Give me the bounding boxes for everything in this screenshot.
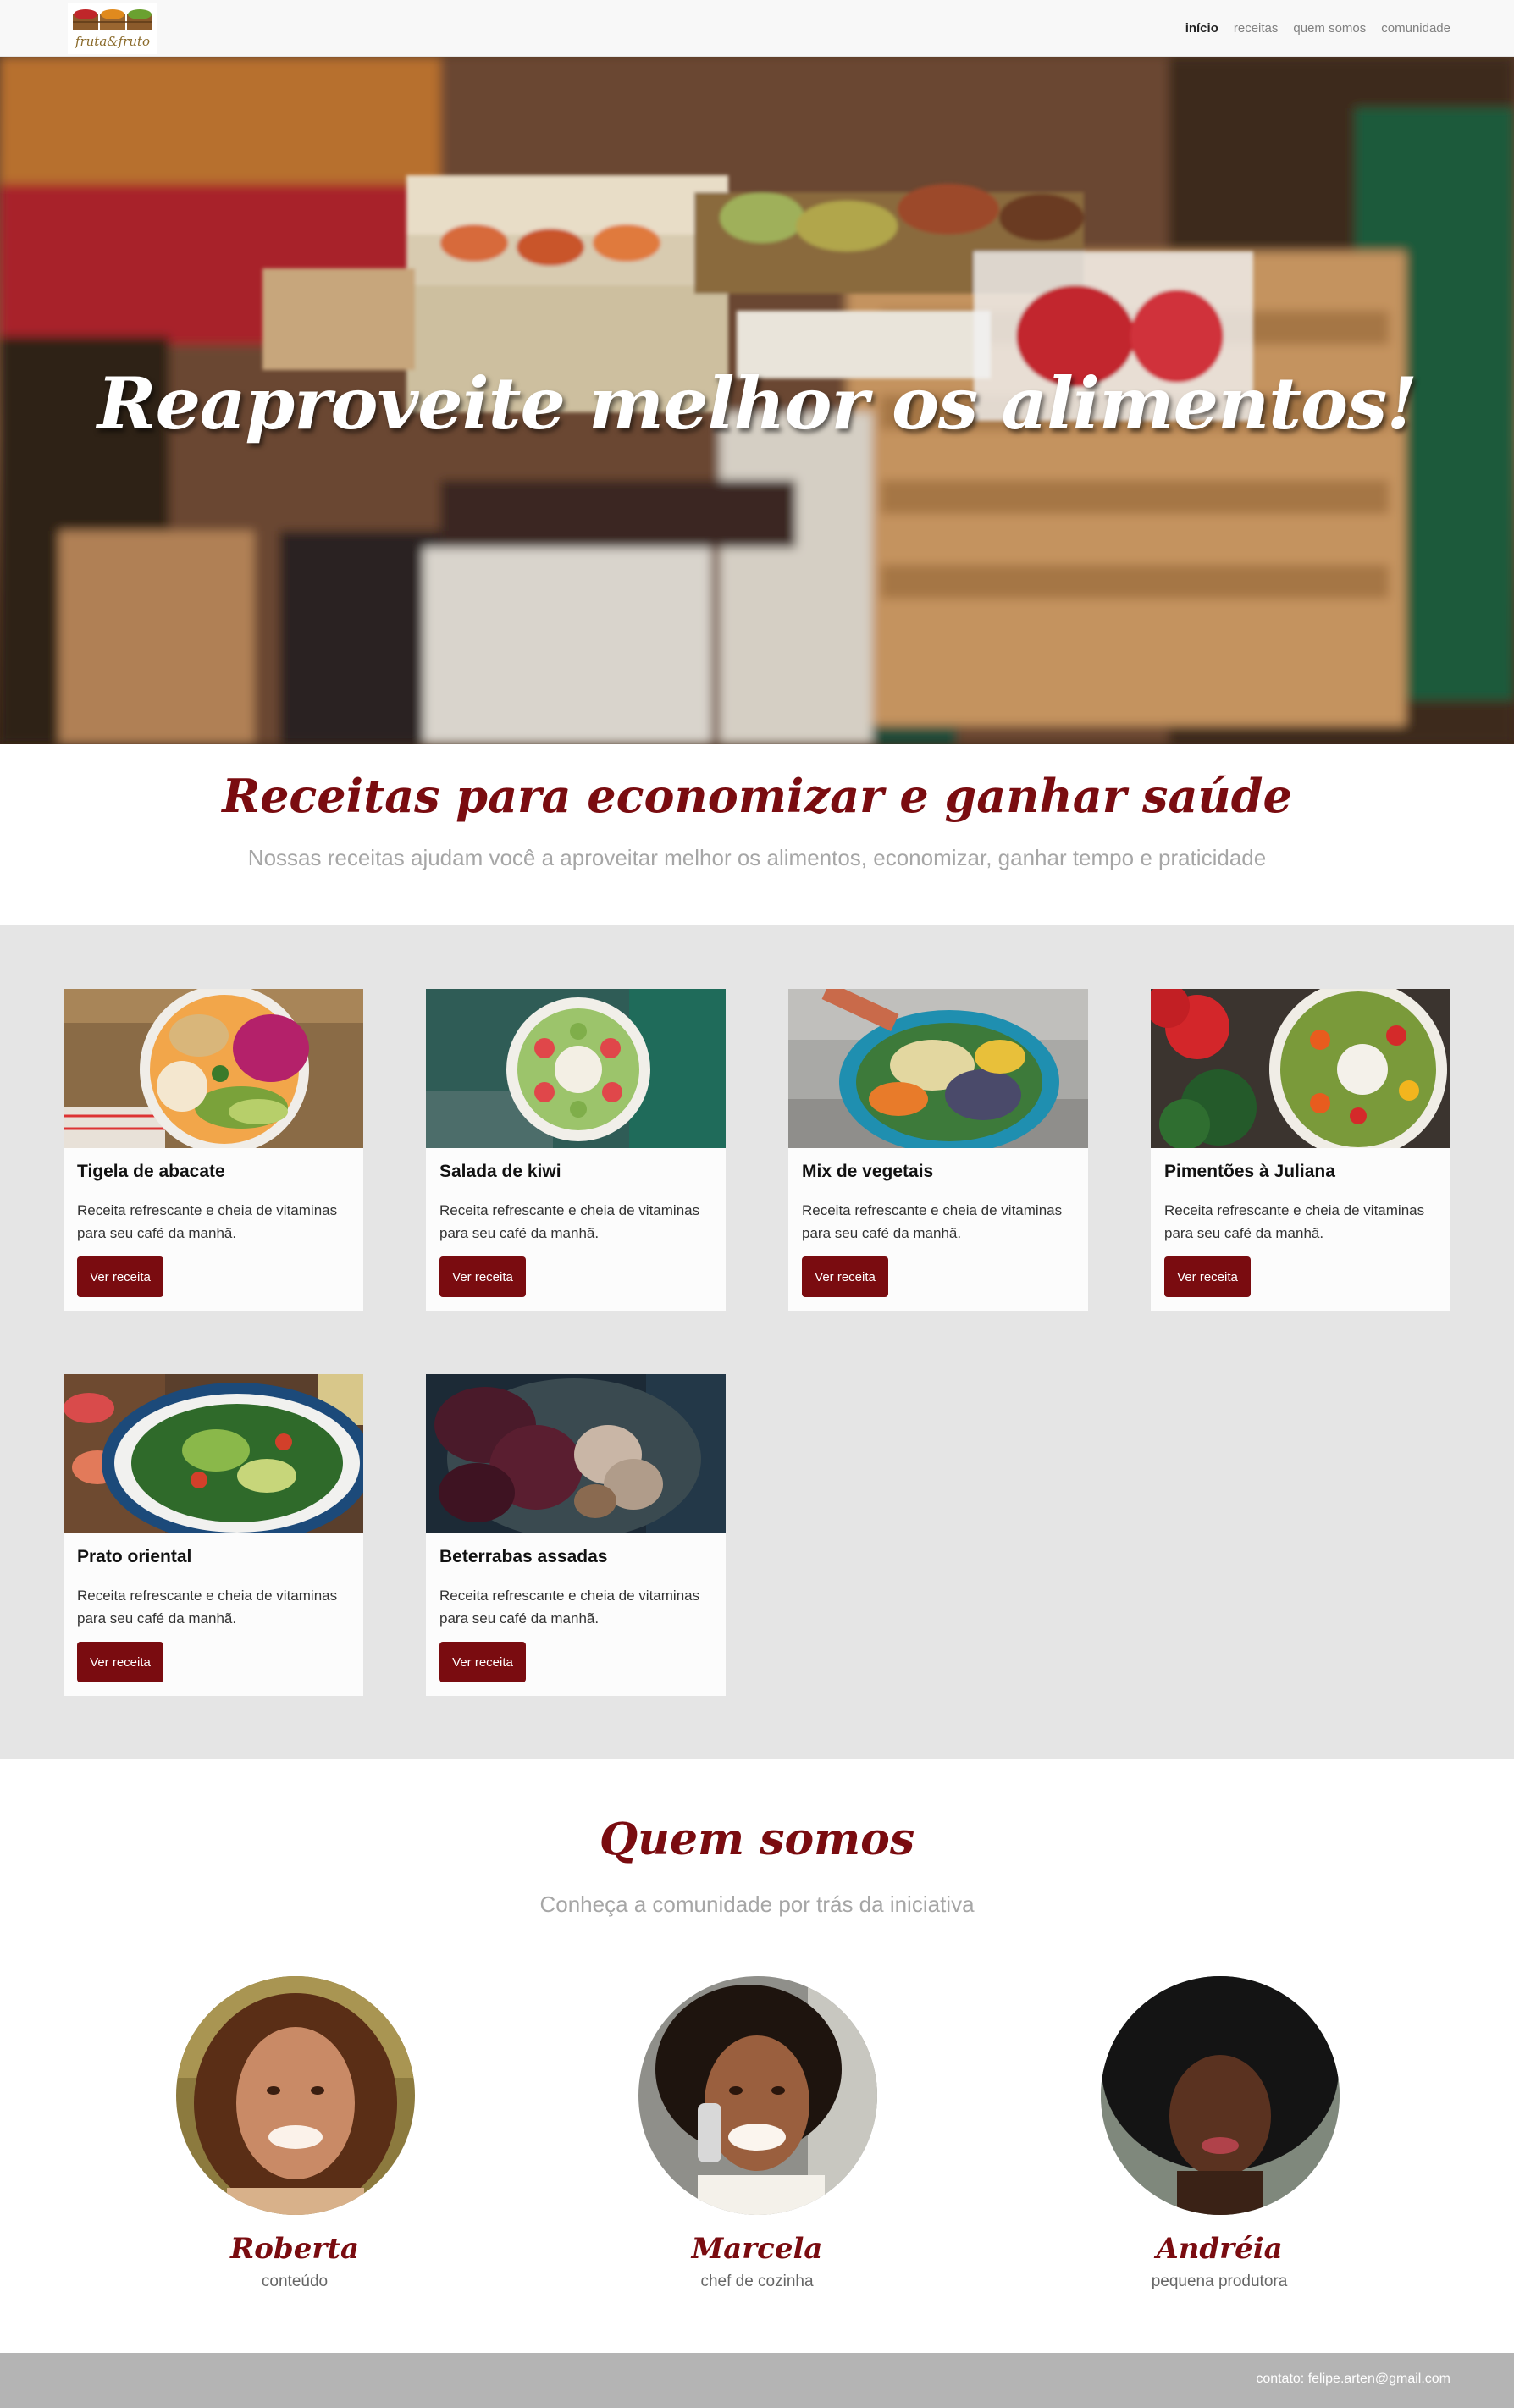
recipe-card: Mix de vegetais Receita refrescante e ch… xyxy=(788,989,1088,1311)
brand-logo-text: fruta&fruto xyxy=(75,34,151,49)
about-section-title: Quem somos xyxy=(599,1814,915,1865)
recipe-title: Tigela de abacate xyxy=(77,1162,225,1181)
recipe-description: Receita refrescante e cheia de vitaminas… xyxy=(802,1202,1063,1241)
recipe-image-peppers xyxy=(1151,989,1450,1148)
hero-banner: Reaproveite melhor os alimentos! xyxy=(0,57,1514,744)
footer-contact-email[interactable]: contato: felipe.arten@gmail.com xyxy=(1256,2372,1450,2387)
recipe-card: Salada de kiwi Receita refrescante e che… xyxy=(426,989,726,1311)
member-role: pequena produtora xyxy=(1151,2273,1288,2290)
recipe-title: Salada de kiwi xyxy=(439,1162,561,1181)
main-nav: início receitas quem somos comunidade xyxy=(1185,0,1450,57)
view-recipe-button[interactable]: Ver receita xyxy=(77,1256,163,1297)
fruit-crates-icon xyxy=(73,9,152,30)
about-section-subtitle: Conheça a comunidade por trás da iniciat… xyxy=(539,1892,975,1917)
view-recipe-button[interactable]: Ver receita xyxy=(1164,1256,1251,1297)
recipe-title: Prato oriental xyxy=(77,1547,192,1566)
recipe-card: Prato oriental Receita refrescante e che… xyxy=(64,1374,363,1696)
member-name: Andréia xyxy=(1156,2232,1283,2266)
recipes-section-title: Receitas para economizar e ganhar saúde xyxy=(222,769,1292,823)
recipe-title: Mix de vegetais xyxy=(802,1162,934,1181)
recipe-description: Receita refrescante e cheia de vitaminas… xyxy=(439,1202,700,1241)
recipe-description: Receita refrescante e cheia de vitaminas… xyxy=(77,1202,338,1241)
recipe-image-kiwi-salad xyxy=(426,989,726,1148)
navbar: fruta&fruto início receitas quem somos c… xyxy=(0,0,1514,57)
member-role: chef de cozinha xyxy=(700,2273,814,2290)
recipe-image-vegetable-mix xyxy=(788,989,1088,1148)
nav-item-inicio[interactable]: início xyxy=(1185,21,1218,36)
recipes-section-subtitle: Nossas receitas ajudam você a aproveitar… xyxy=(247,845,1267,870)
avatar xyxy=(638,1976,877,2215)
recipe-card: Pimentões à Juliana Receita refrescante … xyxy=(1151,989,1450,1311)
nav-item-receitas[interactable]: receitas xyxy=(1234,21,1279,36)
member-name: Marcela xyxy=(691,2232,823,2266)
nav-item-quem-somos[interactable]: quem somos xyxy=(1293,21,1366,36)
view-recipe-button[interactable]: Ver receita xyxy=(802,1256,888,1297)
member-role: conteúdo xyxy=(261,2273,329,2290)
avatar xyxy=(1101,1976,1340,2215)
recipe-description: Receita refrescante e cheia de vitaminas… xyxy=(1164,1202,1425,1241)
view-recipe-button[interactable]: Ver receita xyxy=(439,1642,526,1682)
view-recipe-button[interactable]: Ver receita xyxy=(77,1642,163,1682)
recipe-image-roasted-beets xyxy=(426,1374,726,1533)
recipe-description: Receita refrescante e cheia de vitaminas… xyxy=(439,1588,700,1627)
recipe-title: Pimentões à Juliana xyxy=(1164,1162,1335,1181)
brand-logo[interactable]: fruta&fruto xyxy=(68,3,157,54)
avatar xyxy=(176,1976,415,2215)
recipe-title: Beterrabas assadas xyxy=(439,1547,608,1566)
view-recipe-button[interactable]: Ver receita xyxy=(439,1256,526,1297)
recipe-description: Receita refrescante e cheia de vitaminas… xyxy=(77,1588,338,1627)
hero-title: Reaproveite melhor os alimentos! xyxy=(97,362,1417,445)
nav-item-comunidade[interactable]: comunidade xyxy=(1381,21,1450,36)
member-name: Roberta xyxy=(230,2232,359,2266)
recipes-grid: Tigela de abacate Receita refrescante e … xyxy=(0,925,1514,1759)
recipe-image-avocado-bowl xyxy=(64,989,363,1148)
recipe-image-oriental-dish xyxy=(64,1374,363,1533)
recipe-card: Beterrabas assadas Receita refrescante e… xyxy=(426,1374,726,1696)
footer: contato: felipe.arten@gmail.com xyxy=(0,2353,1514,2408)
recipe-card: Tigela de abacate Receita refrescante e … xyxy=(64,989,363,1311)
